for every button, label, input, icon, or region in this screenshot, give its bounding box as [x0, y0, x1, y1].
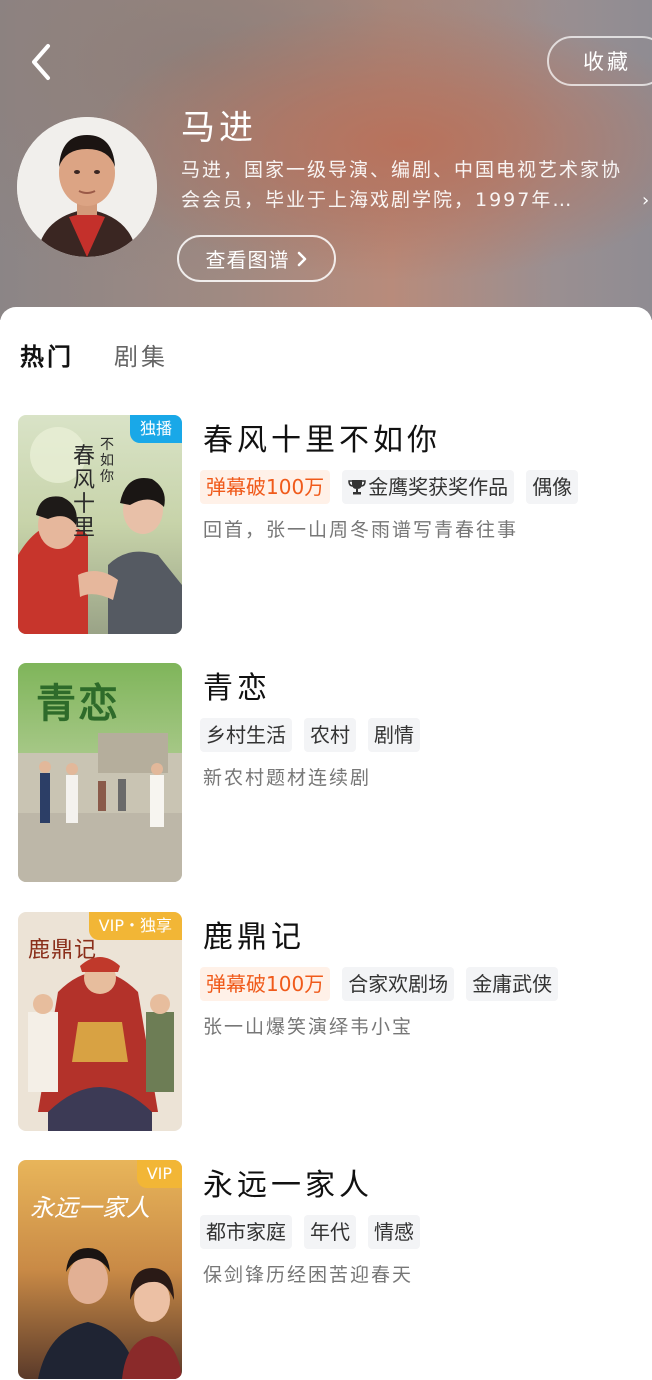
- tag-award-label: 金鹰奖获奖作品: [368, 475, 509, 499]
- tag-list: 弹幕破100万 合家欢剧场 金庸武侠: [200, 967, 559, 1001]
- person-name: 马进: [181, 108, 257, 148]
- exclusive-badge: 独播: [129, 415, 182, 443]
- tag-danmaku[interactable]: 弹幕破100万: [200, 470, 331, 504]
- tag-list: 都市家庭 年代 情感: [200, 1215, 420, 1249]
- director-portrait: [17, 117, 157, 257]
- poster-title-text: 鹿鼎记: [28, 938, 98, 963]
- chevron-right-icon: [297, 251, 306, 266]
- tag-emotion[interactable]: 情感: [368, 1215, 420, 1249]
- show-title[interactable]: 鹿鼎记: [203, 912, 305, 956]
- tag-danmaku[interactable]: 弹幕破100万: [200, 967, 331, 1001]
- view-graph-label: 查看图谱: [205, 248, 290, 272]
- vip-badge: VIP: [136, 1160, 182, 1188]
- show-title[interactable]: 春风十里不如你: [203, 415, 441, 459]
- tag-drama[interactable]: 剧情: [368, 718, 420, 752]
- tag-era[interactable]: 年代: [304, 1215, 356, 1249]
- show-item[interactable]: 青恋 青恋 乡村生活 农村 剧情 新农村题材连续剧: [0, 663, 652, 883]
- poster-title-text: 春风十里: [73, 444, 96, 541]
- tab-series[interactable]: 剧集: [114, 337, 168, 377]
- show-item[interactable]: VIP 永远一家人 永远一家人 都市家庭 年代 情感 保剑锋历经困苦迎春天: [0, 1160, 652, 1380]
- tag-countryside[interactable]: 农村: [304, 718, 356, 752]
- show-description: 回首，张一山周冬雨谱写青春往事: [203, 519, 519, 541]
- poster-title-text: 青恋: [36, 680, 120, 727]
- person-header: 收藏 马进 马进，国家一级导演、编剧、中国电视艺术家协会会员，毕业于上海戏剧学院…: [0, 0, 652, 320]
- trophy-icon: [348, 480, 366, 495]
- show-description: 新农村题材连续剧: [203, 767, 372, 789]
- show-poster[interactable]: VIP 永远一家人: [18, 1160, 182, 1379]
- show-title[interactable]: 青恋: [203, 663, 271, 707]
- show-item[interactable]: VIP・独享 鹿鼎记 鹿鼎记 弹幕破100万 合家欢剧场 金庸武侠 张一山爆笑演…: [0, 912, 652, 1132]
- view-graph-button[interactable]: 查看图谱: [177, 235, 336, 282]
- tag-list: 弹幕破100万 金鹰奖获奖作品 偶像: [200, 470, 579, 504]
- poster-subtitle-text: 不如你: [100, 437, 114, 485]
- show-poster[interactable]: 独播 春风十里 不如你: [18, 415, 182, 634]
- favorite-label: 收藏: [583, 50, 631, 74]
- tab-hot[interactable]: 热门: [20, 337, 74, 377]
- tag-rural-life[interactable]: 乡村生活: [200, 718, 292, 752]
- tag-urban-family[interactable]: 都市家庭: [200, 1215, 292, 1249]
- back-button[interactable]: [22, 40, 62, 84]
- tag-award[interactable]: 金鹰奖获奖作品: [342, 470, 515, 504]
- show-description: 张一山爆笑演绎韦小宝: [203, 1016, 414, 1038]
- tab-bar: 热门 剧集: [20, 337, 168, 377]
- show-description: 保剑锋历经困苦迎春天: [203, 1264, 414, 1286]
- tag-genre[interactable]: 偶像: [526, 470, 579, 504]
- show-title[interactable]: 永远一家人: [203, 1160, 373, 1204]
- avatar[interactable]: [17, 117, 157, 257]
- chevron-left-icon: [32, 44, 50, 80]
- show-poster[interactable]: VIP・独享 鹿鼎记: [18, 912, 182, 1131]
- show-poster[interactable]: 青恋: [18, 663, 182, 882]
- tag-family-theater[interactable]: 合家欢剧场: [342, 967, 455, 1001]
- show-item[interactable]: 独播 春风十里 不如你 春风十里不如你 弹幕破100万 金鹰奖获奖作品 偶像 回…: [0, 415, 652, 635]
- chevron-right-icon[interactable]: ›: [642, 190, 649, 211]
- vip-exclusive-badge: VIP・独享: [88, 912, 182, 940]
- works-panel: 热门 剧集 独播 春风十里 不如你 春风十里不如你 弹幕破100万 金鹰奖获奖作…: [0, 307, 652, 1379]
- tag-wuxia[interactable]: 金庸武侠: [466, 967, 559, 1001]
- poster-title-text: 永远一家人: [30, 1194, 150, 1222]
- favorite-button[interactable]: 收藏: [547, 36, 652, 86]
- tag-list: 乡村生活 农村 剧情: [200, 718, 420, 752]
- person-bio[interactable]: 马进，国家一级导演、编剧、中国电视艺术家协会会员，毕业于上海戏剧学院，1997年…: [181, 155, 639, 215]
